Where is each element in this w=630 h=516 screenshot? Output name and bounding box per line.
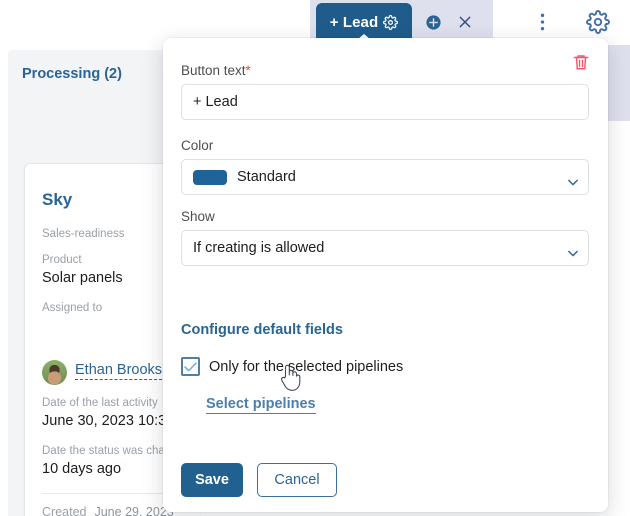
field-value-product: Solar panels <box>42 270 123 286</box>
field-value-last-activity: June 30, 2023 10:30 <box>42 413 175 429</box>
created-date: June 29, 2023 <box>94 505 174 516</box>
button-text-input[interactable]: + Lead <box>181 84 589 120</box>
column-title: Processing (2) <box>22 66 122 82</box>
button-text-input-value: + Lead <box>193 94 238 110</box>
field-value-status-changed: 10 days ago <box>42 461 122 477</box>
chevron-down-icon <box>568 245 578 257</box>
select-pipelines-link[interactable]: Select pipelines <box>206 396 316 414</box>
close-x-icon[interactable] <box>454 11 476 33</box>
configure-default-fields-link[interactable]: Configure default fields <box>181 322 343 338</box>
checkbox-box[interactable] <box>181 357 200 376</box>
button-text-label: Button text* <box>181 63 251 78</box>
show-select-value: If creating is allowed <box>193 240 325 256</box>
tab-lead-label: + Lead <box>329 13 379 31</box>
lead-card-title: Sky <box>42 190 73 209</box>
avatar <box>42 360 67 385</box>
button-text-label-text: Button text <box>181 63 246 78</box>
topbar-band-right <box>608 45 630 121</box>
more-vertical-icon[interactable] <box>530 9 554 35</box>
checkbox-label: Only for the selected pipelines <box>209 358 404 375</box>
required-asterisk: * <box>245 63 251 78</box>
created-label: Created <box>42 505 87 516</box>
show-select[interactable]: If creating is allowed <box>181 230 589 266</box>
assigned-to-user-link[interactable]: Ethan Brooks <box>75 362 163 380</box>
gear-icon[interactable] <box>383 14 399 30</box>
field-label-last-activity: Date of the last activity <box>42 397 158 409</box>
field-label-product: Product <box>42 254 82 266</box>
color-label: Color <box>181 138 214 153</box>
button-settings-popup: Button text* + Lead Color Standard Show … <box>163 38 608 512</box>
only-selected-pipelines-checkbox[interactable]: Only for the selected pipelines <box>181 357 403 376</box>
field-label-assigned-to: Assigned to <box>42 302 103 314</box>
color-select[interactable]: Standard <box>181 159 589 195</box>
created-row: Created June 29, 2023 <box>42 505 174 516</box>
trash-icon[interactable] <box>572 52 590 72</box>
save-button[interactable]: Save <box>181 463 243 497</box>
show-label: Show <box>181 209 215 224</box>
field-label-sales-readiness: Sales-readiness <box>42 228 125 240</box>
settings-gear-icon[interactable] <box>584 8 612 36</box>
color-swatch <box>193 169 227 185</box>
app-root: Processing (2) Sky Sales-readiness Produ… <box>0 0 630 516</box>
plus-circle-icon[interactable] <box>422 11 444 33</box>
cancel-button[interactable]: Cancel <box>257 463 337 497</box>
color-select-value: Standard <box>237 169 296 185</box>
chevron-down-icon <box>568 174 578 186</box>
